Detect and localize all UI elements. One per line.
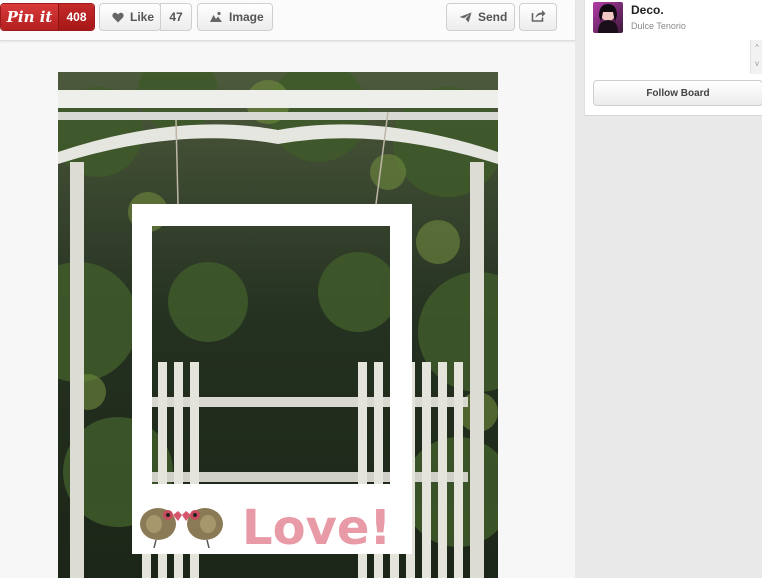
share-button[interactable] [519,3,557,31]
board-title[interactable]: Deco. [631,3,664,17]
scroll-up-icon[interactable]: ^ [755,43,759,52]
love-text: Love! [242,500,391,556]
pin-it-button[interactable]: Pin it 408 [0,3,95,31]
image-icon [209,11,223,23]
like-label: Like [130,10,155,24]
pin-toolbar: Pin it 408 Like 47 Image Send [0,0,575,41]
send-label: Send [478,10,508,24]
avatar[interactable] [593,2,623,33]
pin-photo[interactable]: Love! [58,72,498,578]
share-icon [531,9,546,25]
pin-it-label: Pin it [1,4,58,30]
pin-count: 408 [58,4,94,30]
sidebar-scrollbar[interactable]: ^ v [750,40,762,74]
like-button[interactable]: Like [99,3,161,31]
board-owner[interactable]: Dulce Tenorio [631,21,686,31]
like-count: 47 [160,3,192,31]
board-sidebar: Deco. Dulce Tenorio ^ v Follow Board [584,0,762,116]
follow-board-button[interactable]: Follow Board [593,80,762,106]
scroll-down-icon[interactable]: v [755,59,759,68]
paper-plane-icon [459,12,472,23]
heart-icon [112,12,124,23]
image-label: Image [229,10,264,24]
send-button[interactable]: Send [446,3,515,31]
pin-main-panel: Pin it 408 Like 47 Image Send Love! [0,0,575,578]
image-button[interactable]: Image [197,3,273,31]
